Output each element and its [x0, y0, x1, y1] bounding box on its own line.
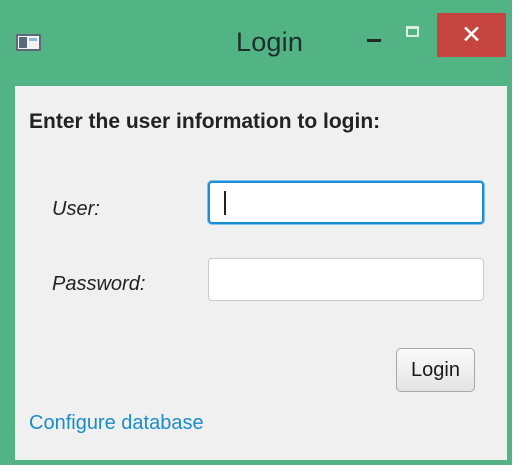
maximize-icon: [406, 26, 419, 37]
login-form: Enter the user information to login: Use…: [15, 86, 507, 460]
user-input[interactable]: [208, 181, 484, 224]
user-label: User:: [52, 198, 100, 220]
title-bar[interactable]: Login ✕: [0, 0, 512, 86]
close-button[interactable]: ✕: [437, 13, 506, 57]
login-window: Login ✕ Enter the user information to lo…: [0, 0, 512, 465]
text-caret: [224, 191, 226, 215]
minimize-icon: [367, 39, 381, 42]
app-window-icon: [16, 34, 41, 51]
close-icon: ✕: [461, 21, 482, 49]
window-title: Login: [236, 27, 304, 57]
maximize-button[interactable]: [400, 22, 430, 52]
instruction-text: Enter the user information to login:: [29, 110, 381, 133]
configure-database-link[interactable]: Configure database: [29, 412, 204, 435]
minimize-button[interactable]: [360, 20, 394, 56]
login-button[interactable]: Login: [396, 348, 475, 392]
password-label: Password:: [52, 273, 146, 295]
password-input[interactable]: [208, 258, 484, 301]
